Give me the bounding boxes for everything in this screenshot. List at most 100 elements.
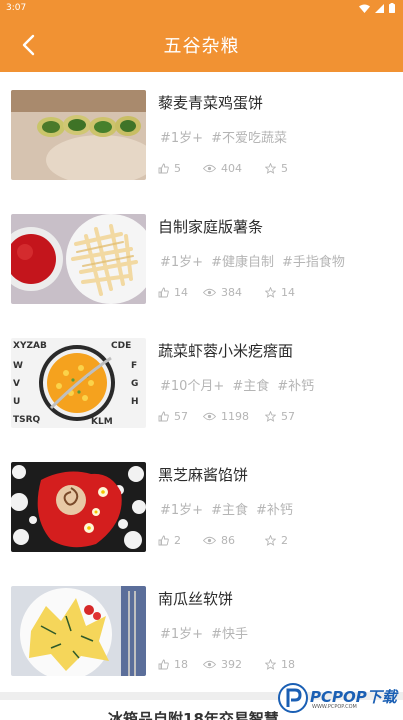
star-icon <box>265 535 276 546</box>
thumbs-up-icon <box>158 287 169 298</box>
page-title: 五谷杂粮 <box>163 36 240 57</box>
recipe-list[interactable]: 藜麦青菜鸡蛋饼 #1岁+ #不爱吃蔬菜 5 404 5 自制家庭版薯条 #1岁+… <box>0 72 403 720</box>
recipe-tags: #1岁+ #快手 <box>160 623 248 642</box>
status-icons <box>359 3 395 13</box>
pcpop-logo-icon <box>278 683 308 713</box>
recipe-stats: 18 392 18 <box>158 658 295 671</box>
thumbs-up-icon <box>158 659 169 670</box>
recipe-stats: 5 404 5 <box>158 162 288 175</box>
recipe-tag[interactable]: #1岁+ <box>160 251 203 270</box>
eye-icon <box>203 288 216 297</box>
recipe-tag[interactable]: #主食 <box>211 499 248 518</box>
star-icon <box>265 287 276 298</box>
watermark: PCPOP下载 WWW.PCPOP.COM <box>276 680 403 720</box>
favorites-stat[interactable]: 14 <box>265 286 295 299</box>
likes-stat[interactable]: 57 <box>158 410 203 423</box>
svg-text:U: U <box>13 397 20 407</box>
svg-text:W: W <box>13 361 23 371</box>
recipe-tag[interactable]: #不爱吃蔬菜 <box>211 127 287 146</box>
svg-text:F: F <box>131 361 137 371</box>
likes-count: 57 <box>174 410 188 423</box>
thumbs-up-icon <box>158 535 169 546</box>
recipe-tag[interactable]: #主食 <box>232 375 269 394</box>
svg-text:TSRQ: TSRQ <box>13 415 41 425</box>
star-icon <box>265 659 276 670</box>
thumbs-up-icon <box>158 163 169 174</box>
svg-text:G: G <box>131 379 138 389</box>
battery-icon <box>389 3 395 13</box>
favorites-count: 18 <box>281 658 295 671</box>
recipe-thumbnail <box>11 586 146 676</box>
views-count: 384 <box>221 286 242 299</box>
recipe-tag[interactable]: #1岁+ <box>160 623 203 642</box>
recipe-title: 蔬菜虾蓉小米疙瘩面 <box>158 342 294 360</box>
recipe-stats: 57 1198 57 <box>158 410 295 423</box>
likes-count: 2 <box>174 534 181 547</box>
favorites-count: 57 <box>281 410 295 423</box>
recipe-tag[interactable]: #快手 <box>211 623 248 642</box>
favorites-stat[interactable]: 57 <box>265 410 295 423</box>
views-stat: 392 <box>203 658 265 671</box>
eye-icon <box>203 660 216 669</box>
favorites-count: 2 <box>281 534 288 547</box>
favorites-count: 5 <box>281 162 288 175</box>
views-stat: 404 <box>203 162 265 175</box>
wifi-icon <box>359 4 370 13</box>
recipe-title: 黑芝麻酱馅饼 <box>158 466 249 484</box>
recipe-stats: 14 384 14 <box>158 286 295 299</box>
star-icon <box>265 163 276 174</box>
partial-card-title: 冰箱品自附18年交易智慧 <box>108 710 279 720</box>
recipe-tag[interactable]: #补钙 <box>277 375 314 394</box>
recipe-item[interactable]: 自制家庭版薯条 #1岁+ #健康自制 #手指食物 14 384 14 <box>0 196 403 320</box>
recipe-tag[interactable]: #1岁+ <box>160 499 203 518</box>
recipe-item[interactable]: XYZAB CDE W V U TSRQ F G H KLM 蔬菜虾蓉小米疙瘩面 #10个月+… <box>0 320 403 444</box>
svg-text:CDE: CDE <box>111 341 131 351</box>
favorites-count: 14 <box>281 286 295 299</box>
recipe-tags: #1岁+ #健康自制 #手指食物 <box>160 251 345 270</box>
svg-text:XYZAB: XYZAB <box>13 341 47 351</box>
recipe-tag[interactable]: #健康自制 <box>211 251 274 270</box>
recipe-tags: #1岁+ #不爱吃蔬菜 <box>160 127 287 146</box>
eye-icon <box>203 164 216 173</box>
status-time: 3:07 <box>6 3 27 13</box>
eye-icon <box>203 412 216 421</box>
favorites-stat[interactable]: 18 <box>265 658 295 671</box>
views-stat: 86 <box>203 534 265 547</box>
recipe-tag[interactable]: #手指食物 <box>282 251 345 270</box>
likes-stat[interactable]: 14 <box>158 286 203 299</box>
favorites-stat[interactable]: 2 <box>265 534 288 547</box>
views-count: 404 <box>221 162 242 175</box>
recipe-thumbnail <box>11 462 146 552</box>
likes-stat[interactable]: 18 <box>158 658 203 671</box>
app-bar: 五谷杂粮 <box>0 17 403 72</box>
recipe-tag[interactable]: #1岁+ <box>160 127 203 146</box>
svg-text:V: V <box>13 379 20 389</box>
views-count: 1198 <box>221 410 249 423</box>
star-icon <box>265 411 276 422</box>
svg-text:H: H <box>131 397 139 407</box>
recipe-tags: #10个月+ #主食 #补钙 <box>160 375 314 394</box>
favorites-stat[interactable]: 5 <box>265 162 288 175</box>
watermark-subtext: WWW.PCPOP.COM <box>312 704 357 710</box>
views-count: 392 <box>221 658 242 671</box>
thumbs-up-icon <box>158 411 169 422</box>
eye-icon <box>203 536 216 545</box>
recipe-item[interactable]: 南瓜丝软饼 #1岁+ #快手 18 392 18 <box>0 568 403 692</box>
recipe-item[interactable]: 藜麦青菜鸡蛋饼 #1岁+ #不爱吃蔬菜 5 404 5 <box>0 72 403 196</box>
recipe-tag[interactable]: #10个月+ <box>160 375 224 394</box>
recipe-thumbnail <box>11 214 146 304</box>
views-stat: 1198 <box>203 410 265 423</box>
recipe-tag[interactable]: #补钙 <box>256 499 293 518</box>
likes-count: 18 <box>174 658 188 671</box>
likes-count: 5 <box>174 162 181 175</box>
recipe-item[interactable]: 黑芝麻酱馅饼 #1岁+ #主食 #补钙 2 86 2 <box>0 444 403 568</box>
recipe-stats: 2 86 2 <box>158 534 288 547</box>
views-count: 86 <box>221 534 235 547</box>
likes-stat[interactable]: 5 <box>158 162 203 175</box>
likes-stat[interactable]: 2 <box>158 534 203 547</box>
recipe-thumbnail <box>11 90 146 180</box>
signal-icon <box>375 3 384 13</box>
recipe-tags: #1岁+ #主食 #补钙 <box>160 499 293 518</box>
svg-text:KLM: KLM <box>91 417 113 427</box>
likes-count: 14 <box>174 286 188 299</box>
